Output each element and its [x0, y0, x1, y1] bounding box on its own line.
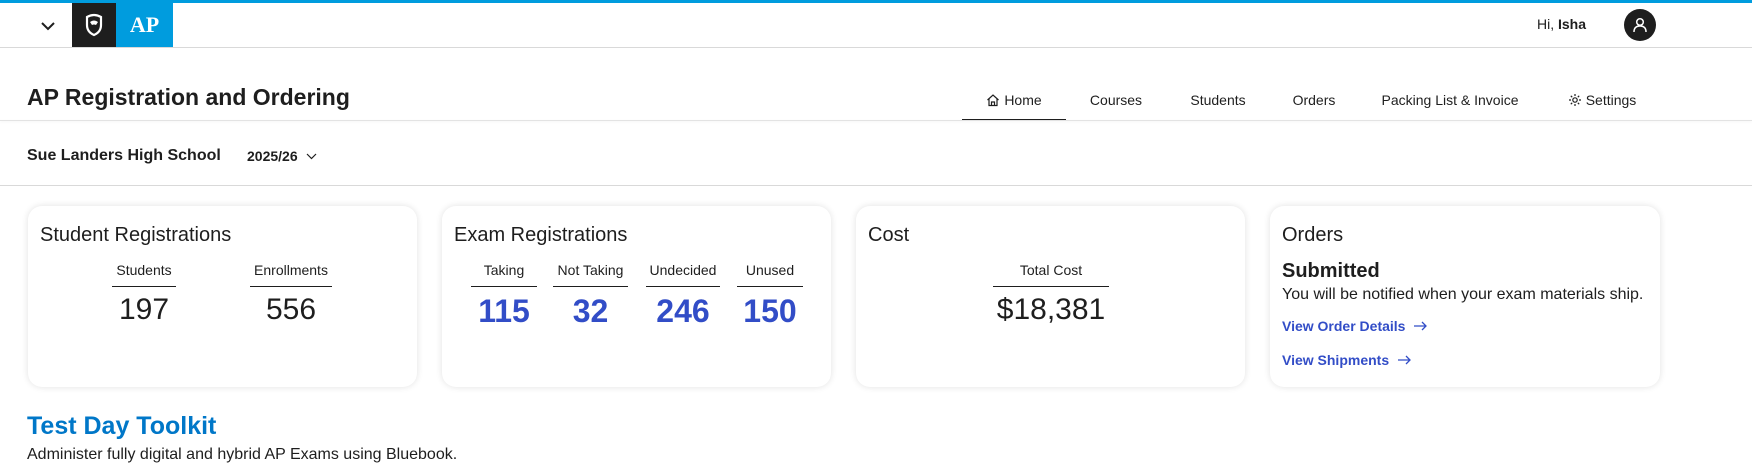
tab-students[interactable]: Students — [1178, 80, 1258, 120]
link-label: View Shipments — [1282, 352, 1390, 368]
college-board-logo[interactable] — [72, 3, 116, 47]
menu-toggle-button[interactable] — [34, 12, 62, 40]
order-message: You will be notified when your exam mate… — [1282, 286, 1644, 303]
tab-courses-label: Courses — [1089, 92, 1143, 108]
tab-home[interactable]: Home — [962, 80, 1066, 121]
chevron-down-icon — [306, 153, 317, 159]
stat-label: Total Cost — [993, 262, 1109, 287]
card-title: Orders — [1282, 224, 1344, 246]
home-icon — [987, 93, 1000, 106]
orders-card: Orders Submitted You will be notified wh… — [1270, 206, 1660, 387]
stat-value: 115 — [478, 293, 530, 329]
stat-value: 246 — [656, 293, 710, 329]
test-day-toolkit-link[interactable]: Test Day Toolkit — [27, 412, 216, 441]
chevron-down-icon — [41, 22, 55, 31]
stat-unused: Unused 150 — [737, 262, 803, 330]
stat-value: $18,381 — [996, 293, 1106, 326]
ap-logo-text: AP — [129, 12, 160, 37]
tab-orders[interactable]: Orders — [1282, 80, 1346, 120]
user-name: Isha — [1557, 16, 1586, 32]
stat-label: Students — [112, 262, 176, 287]
user-icon — [1633, 17, 1647, 33]
tab-packing-list-invoice-label: Packing List & Invoice — [1381, 92, 1519, 108]
top-bar: AP Hi, Isha — [0, 3, 1752, 48]
toolkit-description: Administer fully digital and hybrid AP E… — [27, 446, 458, 463]
stat-label: Enrollments — [250, 262, 332, 287]
school-divider — [0, 185, 1752, 186]
view-order-details-link[interactable]: View Order Details — [1282, 318, 1428, 334]
stat-total-cost: Total Cost $18,381 — [993, 262, 1109, 327]
stat-label: Undecided — [646, 262, 720, 287]
tab-students-label: Students — [1190, 92, 1246, 108]
tab-courses[interactable]: Courses — [1075, 80, 1157, 120]
arrow-right-icon — [1414, 321, 1428, 331]
acorn-shield-icon — [85, 13, 103, 37]
arrow-right-icon — [1398, 355, 1412, 365]
card-title: Student Registrations — [40, 224, 232, 246]
nav-divider — [0, 120, 1752, 121]
stat-enrollments: Enrollments 556 — [250, 262, 332, 327]
stat-not-taking: Not Taking 32 — [553, 262, 628, 330]
year-value: 2025/26 — [247, 148, 298, 164]
greeting-text: Hi, — [1536, 16, 1555, 32]
user-greeting: Hi, Isha — [1537, 16, 1586, 32]
stat-value: 32 — [572, 293, 609, 329]
stat-undecided: Undecided 246 — [646, 262, 720, 330]
tab-settings[interactable]: Settings — [1560, 80, 1644, 120]
stat-students: Students 197 — [112, 262, 176, 327]
exam-registrations-card: Exam Registrations Taking 115 Not Taking… — [442, 206, 831, 387]
card-title: Exam Registrations — [454, 224, 628, 246]
link-label: View Order Details — [1282, 318, 1406, 334]
stat-value: 150 — [743, 293, 797, 329]
stat-value: 197 — [118, 293, 170, 326]
stat-value: 556 — [265, 293, 317, 326]
gear-icon — [1568, 94, 1581, 106]
tab-packing-list-invoice[interactable]: Packing List & Invoice — [1372, 80, 1528, 120]
year-selector[interactable]: 2025/26 — [247, 148, 317, 164]
ap-logo[interactable]: AP — [116, 3, 173, 47]
order-status: Submitted — [1282, 260, 1380, 282]
tab-settings-label: Settings — [1585, 92, 1637, 108]
tab-home-label: Home — [1004, 91, 1042, 108]
tab-orders-label: Orders — [1292, 92, 1336, 108]
school-name: Sue Landers High School — [27, 147, 221, 164]
user-avatar-button[interactable] — [1624, 9, 1656, 41]
stat-label: Taking — [471, 262, 537, 287]
page-title: AP Registration and Ordering — [27, 84, 350, 110]
stat-taking: Taking 115 — [471, 262, 537, 330]
student-registrations-card: Student Registrations Students 197 Enrol… — [28, 206, 417, 387]
card-title: Cost — [868, 224, 910, 246]
view-shipments-link[interactable]: View Shipments — [1282, 352, 1412, 368]
stat-label: Unused — [737, 262, 803, 287]
cost-card: Cost Total Cost $18,381 — [856, 206, 1245, 387]
stat-label: Not Taking — [553, 262, 628, 287]
